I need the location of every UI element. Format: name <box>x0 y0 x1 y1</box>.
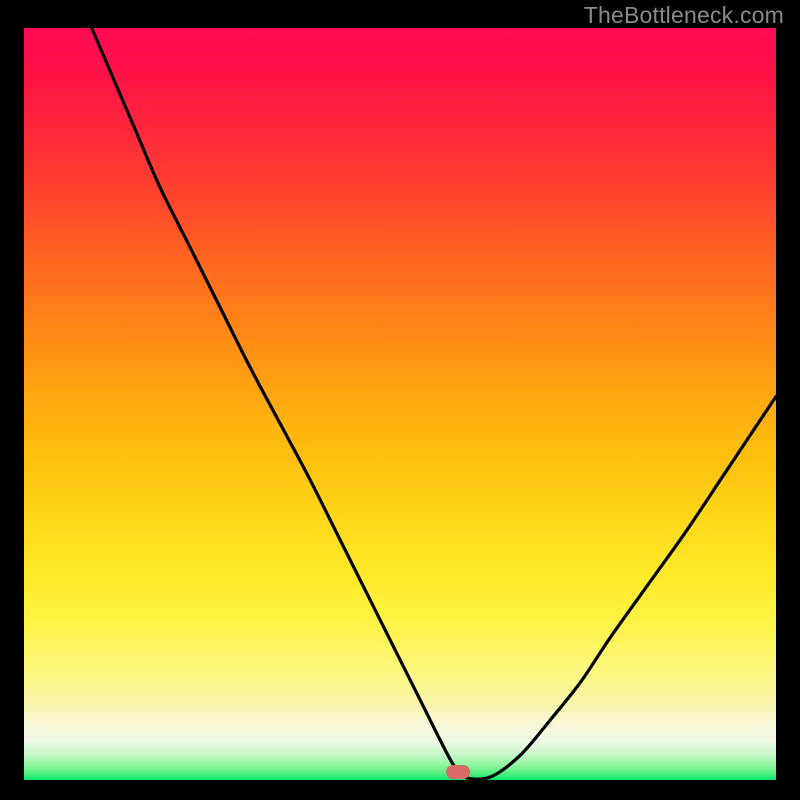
curve-svg <box>24 28 776 780</box>
plot-area <box>24 28 776 780</box>
optimum-marker <box>446 765 470 779</box>
bottleneck-curve <box>92 28 776 779</box>
watermark-text: TheBottleneck.com <box>584 2 784 29</box>
chart-frame: TheBottleneck.com <box>0 0 800 800</box>
